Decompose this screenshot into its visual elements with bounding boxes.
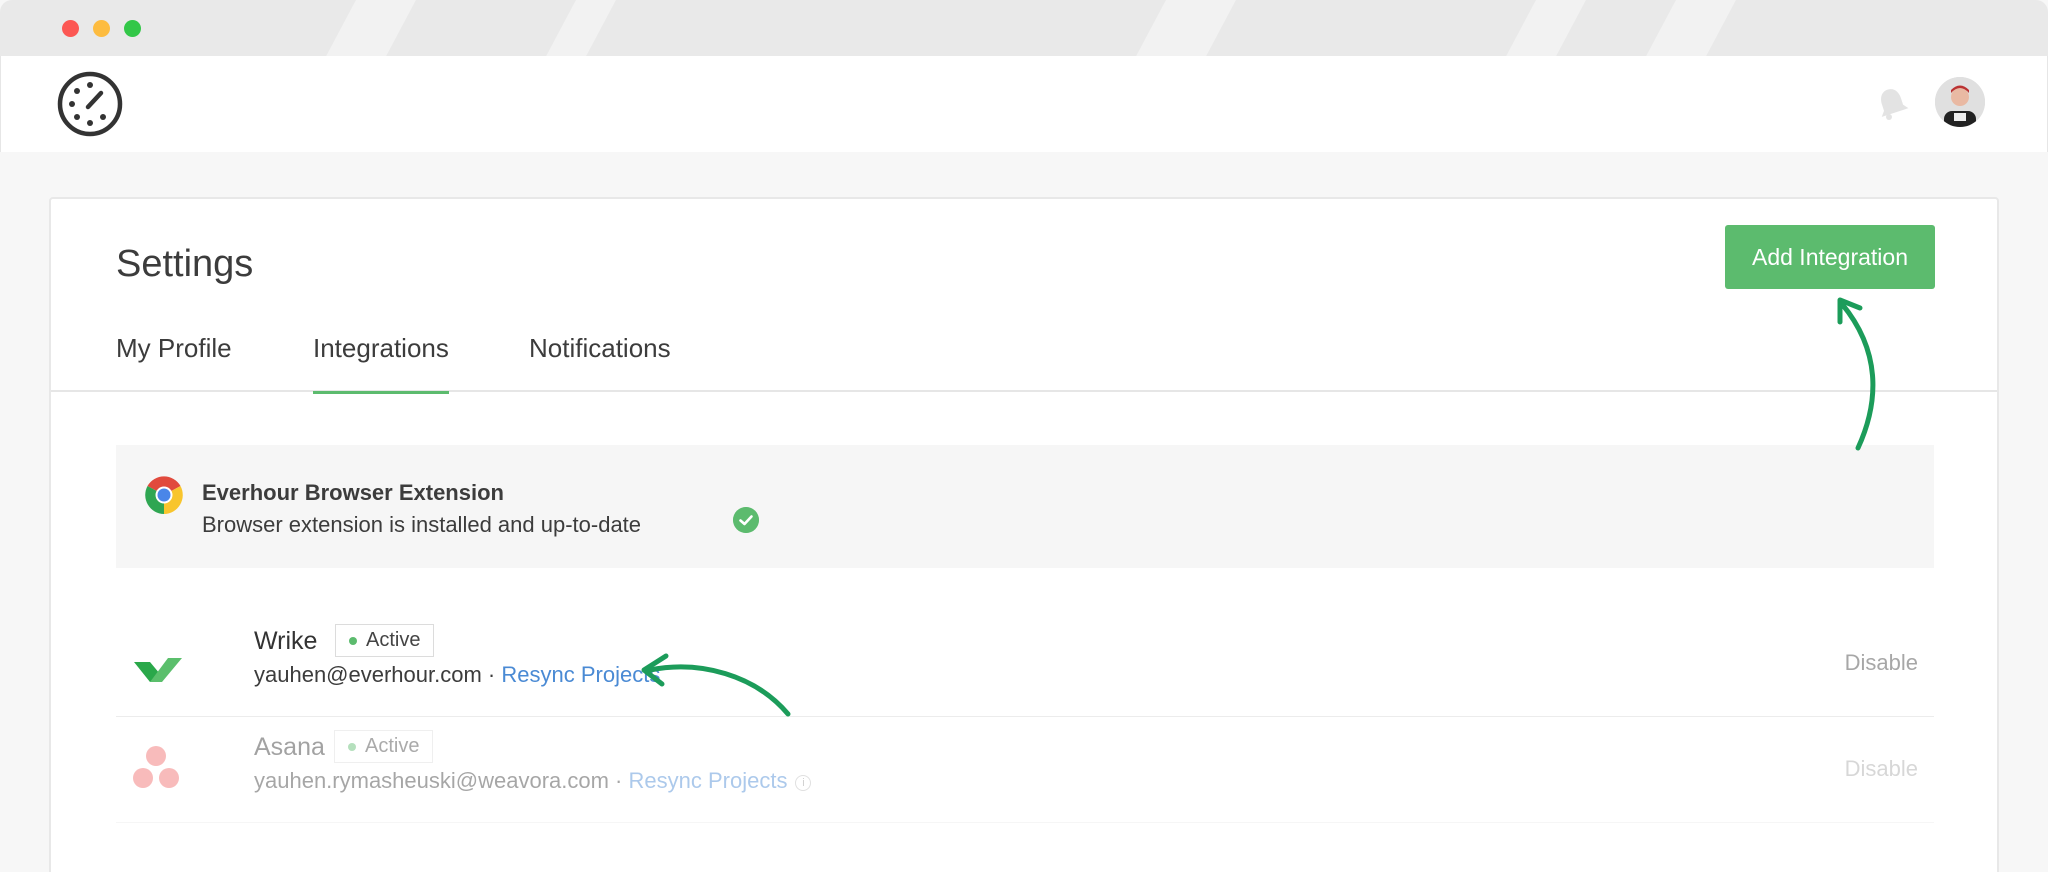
wrike-logo-icon	[134, 658, 182, 682]
tab-integrations[interactable]: Integrations	[313, 333, 449, 394]
everhour-stopwatch-icon[interactable]	[57, 71, 123, 137]
disable-button[interactable]: Disable	[1845, 650, 1918, 676]
asana-logo-icon	[133, 746, 179, 788]
status-label: Active	[365, 735, 420, 757]
integration-details: yauhen.rymasheuski@weavora.com · Resync …	[254, 768, 812, 794]
integration-name: Asana	[254, 733, 325, 761]
bell-icon[interactable]	[1874, 85, 1910, 121]
titlebar-decoration	[1498, 0, 1592, 56]
check-circle-icon	[733, 507, 759, 533]
settings-tabs: My Profile Integrations Notifications	[51, 319, 1997, 394]
window-minimize-button[interactable]	[93, 20, 110, 37]
integration-account: yauhen@everhour.com	[254, 662, 482, 687]
integration-row-asana: Asana Active yauhen.rymasheuski@weavora.…	[116, 718, 1934, 823]
app-header	[0, 56, 2048, 152]
browser-extension-panel: Everhour Browser Extension Browser exten…	[116, 445, 1934, 568]
chrome-icon	[145, 476, 183, 514]
window-close-button[interactable]	[62, 20, 79, 37]
extension-description: Browser extension is installed and up-to…	[202, 512, 642, 537]
window-titlebar	[0, 0, 2048, 56]
info-icon[interactable]: i	[795, 775, 812, 791]
status-badge: Active	[334, 730, 434, 763]
tab-my-profile[interactable]: My Profile	[116, 333, 232, 391]
titlebar-decoration	[1128, 0, 1242, 56]
status-badge: Active	[335, 624, 435, 657]
separator: ·	[481, 662, 502, 687]
resync-projects-link[interactable]: Resync Projects	[629, 768, 788, 793]
settings-card: Settings Add Integration My Profile Inte…	[49, 197, 1999, 872]
extension-title: Everhour Browser Extension	[202, 480, 504, 505]
status-dot	[349, 637, 357, 645]
integration-account: yauhen.rymasheuski@weavora.com	[254, 768, 609, 793]
titlebar-decoration	[1638, 0, 1742, 56]
resync-projects-link[interactable]: Resync Projects	[501, 662, 660, 687]
tab-notifications[interactable]: Notifications	[529, 333, 671, 391]
page-title: Settings	[116, 243, 254, 285]
integration-details: yauhen@everhour.com · Resync Projects	[254, 662, 660, 688]
disable-button[interactable]: Disable	[1845, 756, 1918, 782]
user-avatar[interactable]	[1935, 77, 1985, 127]
add-integration-button[interactable]: Add Integration	[1725, 225, 1935, 289]
separator: ·	[608, 768, 629, 793]
titlebar-decoration	[318, 0, 422, 56]
window-zoom-button[interactable]	[124, 20, 141, 37]
titlebar-decoration	[538, 0, 622, 56]
integration-row-wrike: Wrike Active yauhen@everhour.com · Resyn…	[116, 612, 1934, 717]
status-dot	[348, 743, 356, 751]
status-label: Active	[366, 629, 421, 651]
integration-name: Wrike	[254, 627, 318, 655]
